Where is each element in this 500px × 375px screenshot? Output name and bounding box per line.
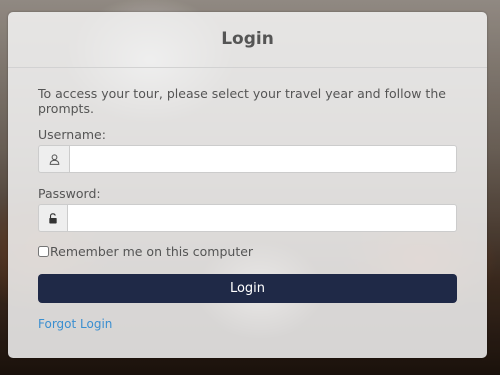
password-group xyxy=(38,204,457,232)
username-label: Username: xyxy=(38,127,106,142)
intro-text: To access your tour, please select your … xyxy=(38,86,446,116)
page-title: Login xyxy=(221,28,274,49)
username-group xyxy=(38,145,457,173)
login-card: Login To access your tour, please select… xyxy=(8,12,487,358)
user-icon xyxy=(38,145,69,173)
card-header: Login xyxy=(8,12,487,68)
login-button[interactable]: Login xyxy=(38,274,457,303)
lock-icon xyxy=(38,204,67,232)
password-input[interactable] xyxy=(67,204,457,232)
remember-checkbox[interactable] xyxy=(38,245,49,257)
password-label: Password: xyxy=(38,186,101,201)
remember-label[interactable]: Remember me on this computer xyxy=(50,244,253,259)
remember-row: Remember me on this computer xyxy=(38,242,457,260)
username-input[interactable] xyxy=(69,145,457,173)
card-body: To access your tour, please select your … xyxy=(8,68,487,332)
forgot-login-link[interactable]: Forgot Login xyxy=(38,317,112,331)
